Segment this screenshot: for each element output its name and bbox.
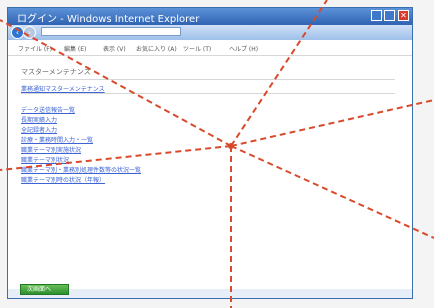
- menu-bar: ファイル (F) 編集 (E) 表示 (V) お気に入り (A) ツール (T)…: [8, 41, 412, 56]
- link-2[interactable]: 長期実績入力: [21, 115, 57, 124]
- forward-arrow-icon[interactable]: ›: [23, 26, 36, 39]
- menu-item-view[interactable]: 表示 (V): [103, 44, 126, 53]
- link-8[interactable]: 職業テーマ別時の状況（年報）: [21, 175, 105, 184]
- minimize-button[interactable]: [371, 10, 382, 21]
- close-button[interactable]: ✕: [398, 10, 409, 21]
- divider: [21, 79, 395, 80]
- window-title: ログイン - Windows Internet Explorer: [17, 14, 200, 25]
- title-bar: ログイン - Windows Internet Explorer ✕: [8, 8, 412, 25]
- page-content: マスターメンテナンス 業務通知マスターメンテナンス データ送信報告一覧 長期実績…: [8, 56, 412, 292]
- maximize-button[interactable]: [384, 10, 395, 21]
- link-1[interactable]: データ送信報告一覧: [21, 105, 75, 114]
- link-7[interactable]: 職業テーマ別・業務別処理件数等の状況一覧: [21, 165, 141, 174]
- browser-window: ログイン - Windows Internet Explorer ✕ ‹ › フ…: [7, 7, 413, 299]
- next-button[interactable]: 次画面へ: [20, 284, 69, 295]
- menu-item-file[interactable]: ファイル (F): [18, 44, 52, 53]
- menu-item-help[interactable]: ヘルプ (H): [229, 44, 258, 53]
- menu-item-edit[interactable]: 編集 (E): [64, 44, 86, 53]
- menu-item-tools[interactable]: ツール (T): [183, 44, 211, 53]
- link-3[interactable]: 全記録者入力: [21, 125, 57, 134]
- section-title: マスターメンテナンス: [21, 68, 91, 76]
- link-5[interactable]: 職業テーマ別実施状況: [21, 145, 81, 154]
- divider: [21, 93, 395, 94]
- address-input[interactable]: [41, 27, 181, 36]
- address-bar: ‹ ›: [8, 25, 412, 40]
- link-6[interactable]: 職業テーマ別状況: [21, 155, 69, 164]
- link-4[interactable]: 診療・業務時間入力・一覧: [21, 135, 93, 144]
- menu-item-favorites[interactable]: お気に入り (A): [136, 44, 177, 53]
- main-link[interactable]: 業務通知マスターメンテナンス: [21, 84, 105, 93]
